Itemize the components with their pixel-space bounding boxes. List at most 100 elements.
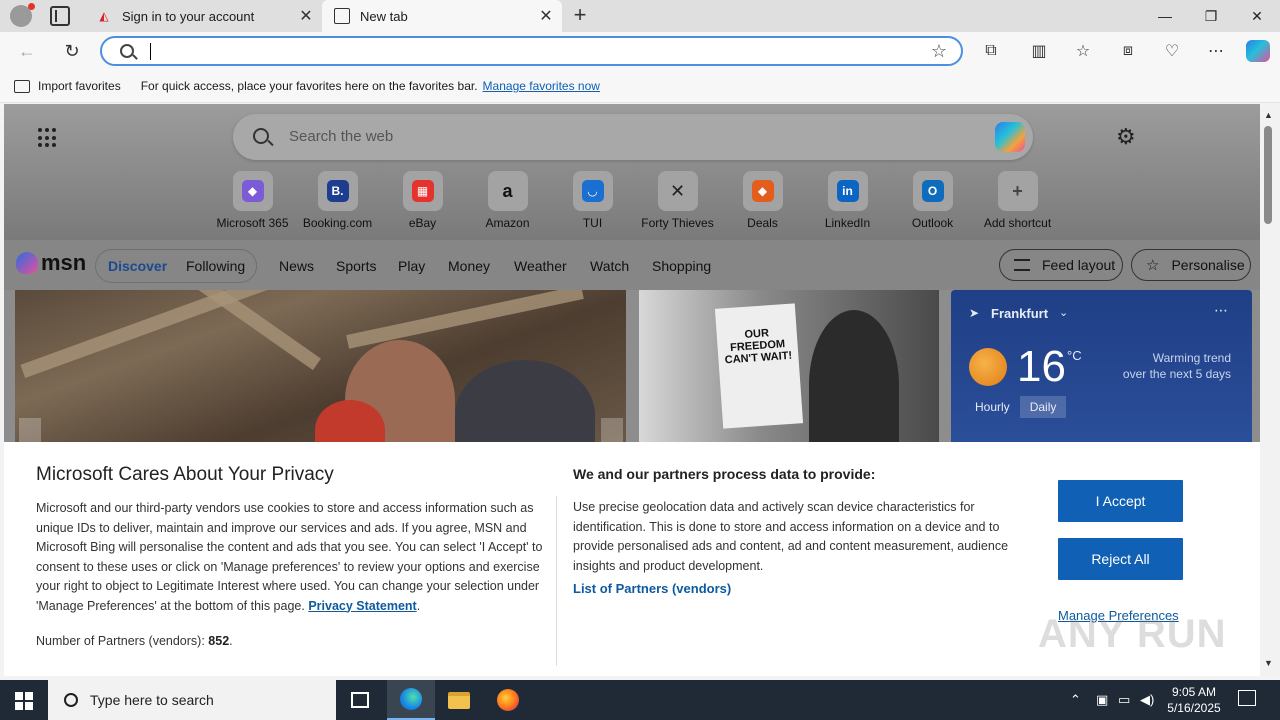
collections-icon[interactable]: ⧈: [1117, 40, 1139, 62]
taskbar-clock[interactable]: 9:05 AM 5/16/2025: [1160, 684, 1228, 716]
split-screen-icon[interactable]: ▥: [1028, 40, 1050, 62]
carousel-prev-button[interactable]: [19, 418, 41, 444]
settings-more-icon[interactable]: ⋯: [1205, 40, 1227, 62]
import-favorites-button[interactable]: Import favorites: [38, 79, 121, 93]
feed-layout-button[interactable]: Feed layout: [999, 249, 1123, 281]
close-tab-icon[interactable]: ✕: [296, 6, 316, 26]
personalise-button[interactable]: ☆ Personalise: [1131, 249, 1251, 281]
scrollbar-thumb[interactable]: [1264, 126, 1272, 224]
consent-title: Microsoft Cares About Your Privacy: [36, 464, 334, 485]
nav-following[interactable]: Following: [186, 258, 245, 274]
close-tab-icon[interactable]: ✕: [536, 6, 556, 26]
shortcut-icon: ▦: [402, 171, 443, 211]
new-tab-button[interactable]: +: [569, 4, 591, 26]
weather-tab-hourly[interactable]: Hourly: [965, 396, 1020, 418]
show-hidden-icons-icon[interactable]: ⌃: [1070, 680, 1081, 720]
shortcut-label: TUI: [582, 216, 603, 230]
firefox-icon: [497, 689, 519, 711]
address-bar[interactable]: ☆: [100, 36, 963, 66]
extensions-icon[interactable]: ⧉: [980, 40, 1002, 62]
nav-weather[interactable]: Weather: [514, 258, 567, 274]
nav-sports[interactable]: Sports: [336, 258, 376, 274]
nav-news[interactable]: News: [279, 258, 314, 274]
msn-logo[interactable]: msn: [16, 250, 86, 276]
windows-start-icon[interactable]: [15, 692, 33, 710]
browser-essentials-icon[interactable]: ♡: [1161, 40, 1183, 62]
minimize-button[interactable]: —: [1142, 0, 1188, 32]
reject-all-button[interactable]: Reject All: [1058, 538, 1183, 580]
usb-device-icon[interactable]: ▣: [1096, 680, 1108, 720]
shortcut-tile[interactable]: in LinkedIn: [805, 171, 890, 230]
web-search-box[interactable]: Search the web: [233, 114, 1033, 160]
scroll-down-arrow-icon[interactable]: ▼: [1264, 658, 1273, 668]
list-of-partners-link[interactable]: List of Partners (vendors): [573, 581, 731, 596]
more-options-icon[interactable]: ⋯: [1214, 302, 1228, 319]
news-card-hero[interactable]: [15, 290, 626, 450]
weather-trend[interactable]: Warming trend over the next 5 days: [1111, 350, 1231, 382]
tab-sign-in[interactable]: ◭ Sign in to your account ✕: [84, 0, 322, 32]
shortcut-icon: O: [912, 171, 953, 211]
msn-logo-text: msn: [41, 250, 87, 275]
network-icon[interactable]: ▭: [1118, 680, 1130, 720]
new-tab-page: Search the web ⚙ ◆ Microsoft 365 B. Booking…: [4, 104, 1260, 676]
tab-actions-icon[interactable]: [50, 6, 70, 26]
carousel-next-button[interactable]: [601, 418, 623, 444]
shortcut-tile[interactable]: + Add shortcut: [975, 171, 1060, 230]
scroll-up-arrow-icon[interactable]: ▲: [1264, 110, 1273, 120]
news-photo-poster: OUR FREEDOM CAN'T WAIT!: [714, 303, 804, 429]
add-favorite-star-icon[interactable]: ☆: [931, 41, 947, 62]
notifications-icon[interactable]: [1238, 690, 1256, 706]
shortcut-tile[interactable]: ◡ TUI: [550, 171, 635, 230]
search-icon: [64, 693, 78, 707]
import-favorites-icon[interactable]: [14, 79, 30, 93]
accept-button[interactable]: I Accept: [1058, 480, 1183, 522]
privacy-statement-link[interactable]: Privacy Statement: [308, 599, 416, 613]
profile-avatar-icon[interactable]: [10, 3, 35, 27]
task-view-button[interactable]: [336, 680, 384, 720]
consent-purposes-body: Use precise geolocation data and activel…: [573, 500, 1009, 573]
nav-discover[interactable]: Discover: [108, 258, 167, 274]
chevron-down-icon[interactable]: ⌄: [1059, 306, 1068, 319]
task-view-icon: [351, 692, 369, 708]
taskbar-search-box[interactable]: Type here to search: [48, 680, 336, 720]
taskbar-edge[interactable]: [387, 680, 435, 720]
shortcut-tile[interactable]: a Amazon: [465, 171, 550, 230]
page-scrollbar[interactable]: ▲ ▼: [1260, 104, 1280, 676]
shortcut-tile[interactable]: ◆ Deals: [720, 171, 805, 230]
restore-button[interactable]: ❐: [1188, 0, 1234, 32]
manage-favorites-link[interactable]: Manage favorites now: [483, 79, 600, 93]
shortcut-tile[interactable]: ◆ Microsoft 365: [210, 171, 295, 230]
shortcut-tile[interactable]: ✕ Forty Thieves: [635, 171, 720, 230]
consent-body-text: Microsoft and our third-party vendors us…: [36, 501, 543, 613]
app-launcher-icon[interactable]: [38, 128, 58, 148]
consent-body: Microsoft and our third-party vendors us…: [36, 501, 543, 613]
shortcut-tile[interactable]: ▦ eBay: [380, 171, 465, 230]
nav-play[interactable]: Play: [398, 258, 425, 274]
taskbar-firefox[interactable]: [484, 680, 532, 720]
tab-new-tab[interactable]: New tab ✕: [322, 0, 562, 32]
weather-tab-daily[interactable]: Daily: [1019, 396, 1067, 418]
shortcut-label: Microsoft 365: [216, 216, 289, 230]
nav-watch[interactable]: Watch: [590, 258, 629, 274]
airtel-logo-icon: ◭: [99, 9, 109, 23]
news-card-secondary[interactable]: OUR FREEDOM CAN'T WAIT!: [639, 290, 939, 450]
close-window-button[interactable]: ✕: [1234, 0, 1280, 32]
favorites-icon[interactable]: ☆: [1072, 40, 1094, 62]
shortcut-tile[interactable]: B. Booking.com: [295, 171, 380, 230]
copilot-icon[interactable]: [1246, 40, 1270, 62]
nav-money[interactable]: Money: [448, 258, 490, 274]
nav-shopping[interactable]: Shopping: [652, 258, 711, 274]
taskbar-file-explorer[interactable]: [435, 680, 483, 720]
shortcut-label: Booking.com: [302, 216, 373, 230]
tab-title: Sign in to your account: [122, 8, 255, 24]
shortcut-icon: ◡: [572, 171, 613, 211]
feed-layout-label: Feed layout: [1042, 257, 1116, 273]
gear-icon[interactable]: ⚙: [1116, 126, 1138, 148]
weather-card[interactable]: ➤ Frankfurt ⌄ ⋯ 16 °C Warming trend over…: [951, 290, 1252, 450]
shortcut-tile[interactable]: O Outlook: [890, 171, 975, 230]
back-arrow-icon[interactable]: ←: [12, 36, 42, 66]
copilot-icon[interactable]: [995, 122, 1025, 152]
volume-icon[interactable]: ◀): [1140, 680, 1154, 720]
refresh-icon[interactable]: ↻: [57, 36, 87, 66]
weather-location[interactable]: Frankfurt: [991, 306, 1048, 321]
